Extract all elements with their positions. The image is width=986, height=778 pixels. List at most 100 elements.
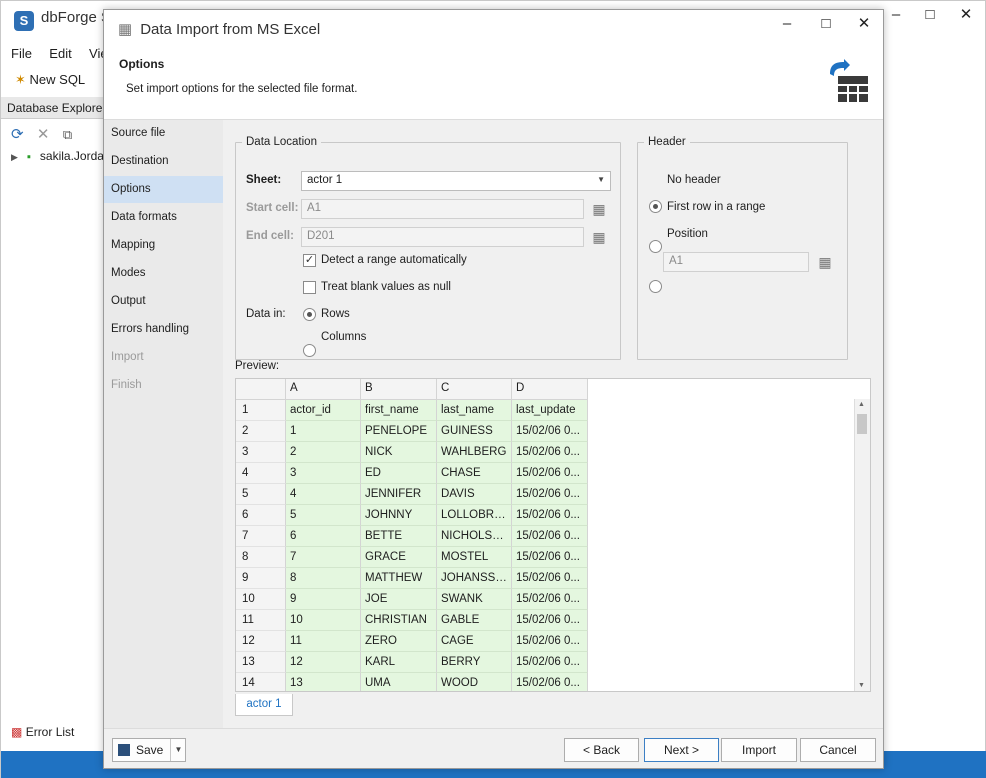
rows-radio[interactable]: [303, 308, 316, 321]
columns-label[interactable]: Columns: [321, 331, 366, 343]
tree-item-connection[interactable]: ▶ ⬝ sakila.Jorda: [11, 149, 104, 164]
grid-cell[interactable]: last_update: [512, 400, 588, 421]
refresh-icon[interactable]: ⟳: [11, 126, 24, 143]
grid-cell[interactable]: 9: [286, 589, 361, 610]
blank-null-checkbox[interactable]: [303, 281, 316, 294]
grid-cell[interactable]: 15/02/06 0...: [512, 442, 588, 463]
grid-cell[interactable]: first_name: [361, 400, 437, 421]
grid-cell[interactable]: GRACE: [361, 547, 437, 568]
grid-cell[interactable]: ED: [361, 463, 437, 484]
no-header-label[interactable]: No header: [667, 174, 721, 186]
main-minimize-button[interactable]: –: [881, 3, 911, 27]
expand-arrow-icon[interactable]: ▶: [11, 152, 18, 162]
grid-cell[interactable]: JOHNNY: [361, 505, 437, 526]
menu-edit[interactable]: Edit: [49, 46, 71, 61]
grid-cell[interactable]: 12: [286, 652, 361, 673]
back-button[interactable]: < Back: [564, 738, 639, 762]
grid-cell[interactable]: SWANK: [437, 589, 512, 610]
grid-cell[interactable]: 10: [286, 610, 361, 631]
preview-grid[interactable]: A B C D 1 actor_id first_name last_name last…: [235, 378, 871, 692]
grid-cell[interactable]: 15/02/06 0...: [512, 652, 588, 673]
grid-cell[interactable]: ZERO: [361, 631, 437, 652]
database-explorer-tab[interactable]: Database Explorer: [1, 97, 104, 119]
first-row-label[interactable]: First row in a range: [667, 201, 765, 213]
grid-cell[interactable]: WAHLBERG: [437, 442, 512, 463]
step-options[interactable]: Options: [104, 176, 223, 203]
grid-cell[interactable]: 15/02/06 0...: [512, 547, 588, 568]
grid-cell[interactable]: 4: [286, 484, 361, 505]
grid-cell[interactable]: LOLLOBRIG...: [437, 505, 512, 526]
grid-cell[interactable]: KARL: [361, 652, 437, 673]
grid-cell[interactable]: 15/02/06 0...: [512, 589, 588, 610]
windows-icon[interactable]: ⧉: [63, 127, 72, 142]
step-output[interactable]: Output: [104, 288, 223, 315]
import-button[interactable]: Import: [721, 738, 797, 762]
scroll-thumb[interactable]: [857, 414, 867, 434]
grid-cell[interactable]: JOHANSSON: [437, 568, 512, 589]
grid-cell[interactable]: WOOD: [437, 673, 512, 691]
grid-cell[interactable]: NICK: [361, 442, 437, 463]
dialog-minimize-button[interactable]: –: [772, 12, 802, 36]
grid-col-header[interactable]: C: [437, 379, 512, 400]
error-list-tab[interactable]: ▩ Error List: [11, 725, 74, 739]
columns-radio[interactable]: [303, 344, 316, 357]
dialog-maximize-button[interactable]: □: [811, 12, 841, 36]
grid-col-header[interactable]: A: [286, 379, 361, 400]
step-modes[interactable]: Modes: [104, 260, 223, 287]
grid-cell[interactable]: 7: [286, 547, 361, 568]
next-button[interactable]: Next >: [644, 738, 719, 762]
detect-range-label[interactable]: Detect a range automatically: [321, 254, 467, 266]
grid-cell[interactable]: BETTE: [361, 526, 437, 547]
grid-cell[interactable]: 2: [286, 442, 361, 463]
step-data-formats[interactable]: Data formats: [104, 204, 223, 231]
grid-cell[interactable]: BERRY: [437, 652, 512, 673]
grid-cell[interactable]: CHRISTIAN: [361, 610, 437, 631]
grid-cell[interactable]: 15/02/06 0...: [512, 568, 588, 589]
position-label[interactable]: Position: [667, 228, 708, 240]
grid-cell[interactable]: NICHOLSON: [437, 526, 512, 547]
grid-cell[interactable]: JOE: [361, 589, 437, 610]
save-button[interactable]: Save ▼: [112, 738, 186, 762]
grid-cell[interactable]: CHASE: [437, 463, 512, 484]
dialog-close-button[interactable]: ✕: [849, 12, 879, 36]
grid-vertical-scrollbar[interactable]: ▲ ▼: [854, 399, 870, 691]
grid-cell[interactable]: 15/02/06 0...: [512, 421, 588, 442]
grid-cell[interactable]: MOSTEL: [437, 547, 512, 568]
scroll-down-icon[interactable]: ▼: [858, 682, 865, 689]
grid-cell[interactable]: 8: [286, 568, 361, 589]
step-destination[interactable]: Destination: [104, 148, 223, 175]
grid-cell[interactable]: 15/02/06 0...: [512, 505, 588, 526]
grid-cell[interactable]: 3: [286, 463, 361, 484]
cancel-button[interactable]: Cancel: [800, 738, 876, 762]
main-close-button[interactable]: ✕: [951, 3, 981, 27]
grid-cell[interactable]: 15/02/06 0...: [512, 526, 588, 547]
grid-cell[interactable]: GUINESS: [437, 421, 512, 442]
menu-file[interactable]: File: [11, 46, 32, 61]
step-source-file[interactable]: Source file: [104, 120, 223, 147]
grid-cell[interactable]: last_name: [437, 400, 512, 421]
grid-cell[interactable]: JENNIFER: [361, 484, 437, 505]
grid-cell[interactable]: 1: [286, 421, 361, 442]
save-dropdown-chevron-icon[interactable]: ▼: [170, 739, 186, 761]
sheet-tab-actor-1[interactable]: actor 1: [235, 694, 293, 716]
grid-cell[interactable]: PENELOPE: [361, 421, 437, 442]
grid-cell[interactable]: actor_id: [286, 400, 361, 421]
new-sql-button[interactable]: New SQL: [30, 72, 86, 87]
main-maximize-button[interactable]: □: [915, 3, 945, 27]
grid-cell[interactable]: 5: [286, 505, 361, 526]
scroll-up-icon[interactable]: ▲: [858, 401, 865, 408]
rows-label[interactable]: Rows: [321, 308, 350, 320]
grid-cell[interactable]: MATTHEW: [361, 568, 437, 589]
grid-cell[interactable]: 11: [286, 631, 361, 652]
delete-icon[interactable]: ✕: [37, 126, 50, 143]
grid-cell[interactable]: 13: [286, 673, 361, 691]
grid-cell[interactable]: 15/02/06 0...: [512, 673, 588, 691]
blank-null-label[interactable]: Treat blank values as null: [321, 281, 451, 293]
grid-cell[interactable]: 6: [286, 526, 361, 547]
grid-col-header[interactable]: B: [361, 379, 437, 400]
grid-cell[interactable]: CAGE: [437, 631, 512, 652]
no-header-radio[interactable]: [649, 200, 662, 213]
grid-cell[interactable]: GABLE: [437, 610, 512, 631]
sheet-dropdown[interactable]: actor 1 ▼: [301, 171, 611, 191]
grid-cell[interactable]: DAVIS: [437, 484, 512, 505]
